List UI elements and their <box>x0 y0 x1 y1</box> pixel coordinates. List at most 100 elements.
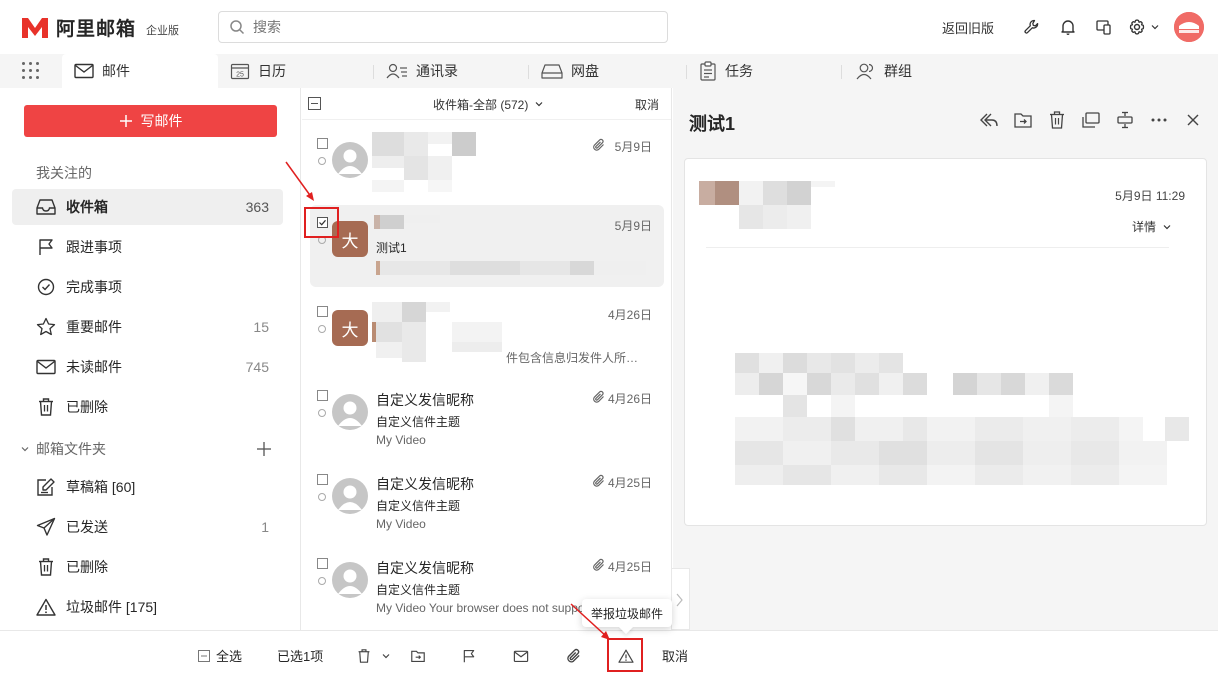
tab-contacts-label: 通讯录 <box>416 63 458 79</box>
sidebar-item-important[interactable]: 重要邮件 15 <box>12 309 283 345</box>
open-new-window-icon[interactable] <box>1074 108 1108 132</box>
logo[interactable]: 阿里邮箱 企业版 <box>20 14 179 41</box>
tab-calendar-label: 日历 <box>258 63 286 79</box>
mail-sender: 自定义发信昵称 <box>376 476 474 492</box>
list-cancel-button[interactable]: 取消 <box>635 96 659 113</box>
attachment-paperclip-icon <box>592 558 606 572</box>
tab-calendar[interactable]: 25 日历 <box>230 54 286 88</box>
search-input[interactable] <box>253 19 633 35</box>
star-icon <box>36 317 56 337</box>
blurred-sender-info <box>699 181 859 233</box>
mail-item[interactable]: 自定义发信昵称 自定义信件主题 My Video 4月26日 <box>310 378 664 460</box>
mail-date: 4月26日 <box>607 308 652 322</box>
tab-drive[interactable]: 网盘 <box>541 54 599 88</box>
delete-trash-icon[interactable] <box>1040 108 1074 132</box>
sidebar-item-folder-deleted[interactable]: 已删除 <box>12 549 283 585</box>
bell-icon[interactable] <box>1050 0 1086 54</box>
mail-checkbox[interactable] <box>317 138 328 149</box>
svg-text:25: 25 <box>236 72 244 79</box>
mail-item[interactable]: 自定义发信昵称 自定义信件主题 My Video 4月25日 <box>310 462 664 544</box>
folders-section-header[interactable]: 邮箱文件夹 <box>20 439 280 459</box>
tab-groups[interactable]: 群组 <box>854 54 912 88</box>
chevron-down-icon <box>1151 25 1159 30</box>
unread-dot[interactable] <box>318 577 326 585</box>
more-ellipsis-icon[interactable] <box>1142 108 1176 132</box>
mail-datetime: 5月9日 11:29 <box>1115 189 1185 203</box>
calendar-icon: 25 <box>230 62 250 80</box>
mail-item[interactable]: 大 件包含信息归发件人所… 4月26日 <box>310 294 664 376</box>
unread-dot[interactable] <box>318 325 326 333</box>
reply-all-icon[interactable] <box>972 108 1006 132</box>
sidebar-item-follow-up[interactable]: 跟进事项 <box>12 229 283 265</box>
group-icon <box>854 62 876 80</box>
folder-filter-label: 收件箱-全部 (572) <box>433 98 529 112</box>
apps-grid-icon[interactable] <box>22 62 40 80</box>
tab-mail[interactable]: 邮件 <box>62 54 218 88</box>
sidebar-item-deleted[interactable]: 已删除 <box>12 389 283 425</box>
default-avatar-icon <box>332 142 368 178</box>
logo-m-icon <box>20 16 50 40</box>
mail-subject: 自定义信件主题 <box>376 499 461 513</box>
select-all-checkbox[interactable] <box>308 97 321 110</box>
sidebar-item-inbox[interactable]: 收件箱 363 <box>12 189 283 225</box>
devices-icon[interactable] <box>1086 0 1122 54</box>
top-bar: 阿里邮箱 企业版 返回旧版 <box>0 0 1218 54</box>
compose-button[interactable]: 写邮件 <box>24 105 277 137</box>
settings-gear-icon[interactable] <box>1122 0 1166 54</box>
flag-icon <box>36 237 56 257</box>
bulk-mark-read-icon[interactable] <box>513 631 529 679</box>
sidebar-item-label: 已删除 <box>66 399 108 415</box>
close-icon[interactable] <box>1176 108 1210 132</box>
bulk-flag-icon[interactable] <box>462 631 476 679</box>
pane-collapse-handle[interactable] <box>672 568 690 630</box>
search-box[interactable] <box>218 11 668 43</box>
draft-icon <box>36 477 56 497</box>
mail-title: 测试1 <box>689 114 736 134</box>
bulk-delete-button[interactable] <box>357 631 391 679</box>
blurred-sender-content <box>372 302 512 362</box>
unread-dot[interactable] <box>318 409 326 417</box>
sidebar-item-label: 已发送 <box>66 519 108 535</box>
bulk-cancel-button[interactable]: 取消 <box>662 631 688 679</box>
default-avatar-icon <box>332 478 368 514</box>
tab-tasks[interactable]: 任务 <box>699 54 753 88</box>
blurred-mail-body <box>735 353 1195 493</box>
bulk-move-folder-icon[interactable] <box>410 631 426 679</box>
mail-checkbox[interactable] <box>317 306 328 317</box>
sidebar-item-done[interactable]: 完成事项 <box>12 269 283 305</box>
back-to-old-version-link[interactable]: 返回旧版 <box>942 18 994 37</box>
mail-item[interactable]: 5月9日 <box>310 126 664 208</box>
check-circle-icon <box>36 277 56 297</box>
select-all-button[interactable]: 全选 <box>198 631 242 679</box>
chevron-down-icon[interactable] <box>381 651 391 661</box>
add-folder-plus-icon[interactable] <box>256 441 272 457</box>
blurred-preview-content <box>376 261 646 275</box>
move-to-folder-icon[interactable] <box>1006 108 1040 132</box>
mail-subject: 测试1 <box>376 241 407 255</box>
mail-item-selected[interactable]: 大 测试1 5月9日 <box>310 205 664 287</box>
folder-filter-dropdown[interactable]: 收件箱-全部 (572) <box>433 96 544 113</box>
default-avatar-icon <box>332 394 368 430</box>
default-avatar-icon <box>332 562 368 598</box>
sidebar-item-spam[interactable]: 垃圾邮件 [175] <box>12 589 283 625</box>
mail-checkbox[interactable] <box>317 558 328 569</box>
clipboard-icon <box>699 61 717 81</box>
annotation-arrow-icon <box>285 161 314 201</box>
wrench-icon[interactable] <box>1014 0 1050 54</box>
details-label: 详情 <box>1131 220 1156 234</box>
mail-checkbox[interactable] <box>317 474 328 485</box>
sidebar-item-count: 745 <box>245 359 269 375</box>
sidebar-item-unread[interactable]: 未读邮件 745 <box>12 349 283 385</box>
compose-label: 写邮件 <box>140 113 183 129</box>
sidebar-item-label: 已删除 <box>66 559 108 575</box>
details-dropdown[interactable]: 详情 <box>1132 218 1172 235</box>
mail-checkbox[interactable] <box>317 390 328 401</box>
mail-date: 4月25日 <box>607 560 652 574</box>
mail-subject: 自定义信件主题 <box>376 583 461 597</box>
user-avatar[interactable] <box>1174 12 1204 42</box>
sidebar-item-drafts[interactable]: 草稿箱 [60] <box>12 469 283 505</box>
sidebar-item-sent[interactable]: 已发送 1 <box>12 509 283 545</box>
unread-dot[interactable] <box>318 493 326 501</box>
tab-contacts[interactable]: 通讯录 <box>386 54 458 88</box>
collapse-expand-icon[interactable] <box>1108 108 1142 132</box>
